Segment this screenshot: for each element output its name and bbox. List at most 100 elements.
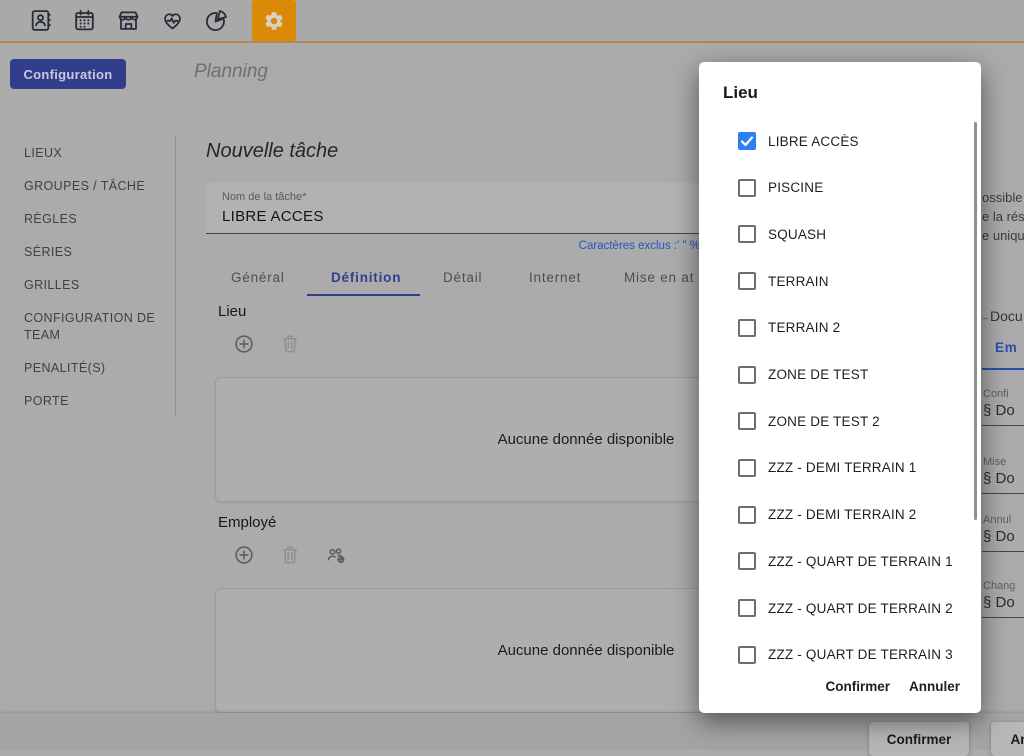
dialog-option-label: ZONE DE TEST 2 <box>768 414 880 429</box>
lieu-toolbar <box>233 333 301 355</box>
right-panel-field-underline <box>982 617 1024 618</box>
dialog-option-label: PISCINE <box>768 180 823 195</box>
right-panel-field-value: § Do <box>983 470 1015 487</box>
document-group-border <box>982 318 988 319</box>
dialog-option-zzz-quart-de-terrain-1[interactable]: ZZZ - QUART DE TERRAIN 1 <box>699 548 981 574</box>
calendar-icon[interactable] <box>72 8 97 33</box>
dialog-scrollbar[interactable] <box>974 122 977 520</box>
checkbox-unchecked-icon[interactable] <box>738 319 756 337</box>
store-icon[interactable] <box>116 8 141 33</box>
active-tab-underline <box>307 294 420 296</box>
checkbox-unchecked-icon[interactable] <box>738 179 756 197</box>
checkbox-unchecked-icon[interactable] <box>738 646 756 664</box>
right-panel-field-label: Confi <box>983 388 1009 400</box>
lieu-picker-dialog: Lieu LIBRE ACCÈS PISCINE SQUASH TERRAIN TERR… <box>699 62 981 713</box>
checkbox-unchecked-icon[interactable] <box>738 599 756 617</box>
checkbox-unchecked-icon[interactable] <box>738 552 756 570</box>
top-app-bar <box>0 0 1024 43</box>
dialog-option-label: ZZZ - DEMI TERRAIN 2 <box>768 507 917 522</box>
right-panel-text-fragment: ossible <box>982 190 1022 205</box>
tab-d-tail[interactable]: Détail <box>443 270 482 285</box>
dialog-cancel-button[interactable]: Annuler <box>903 678 966 695</box>
sidebar-item-grilles[interactable]: GRILLES <box>24 277 166 294</box>
dialog-option-label: ZZZ - DEMI TERRAIN 1 <box>768 460 917 475</box>
dialog-option-zone-de-test-2[interactable]: ZONE DE TEST 2 <box>699 408 981 434</box>
configuration-button[interactable]: Configuration <box>10 59 126 89</box>
dialog-option-label: TERRAIN <box>768 274 829 289</box>
topbar-icon-row <box>0 0 296 41</box>
form-title: Nouvelle tâche <box>206 140 338 163</box>
excluded-characters-hint: Caractères exclus :' " % <box>206 240 700 252</box>
lieu-section-label: Lieu <box>218 303 246 320</box>
settings-icon[interactable] <box>252 0 296 41</box>
document-tab-fragment[interactable]: Em <box>995 340 1018 355</box>
sidebar-item-penalit-s-[interactable]: PENALITÉ(S) <box>24 360 166 377</box>
dialog-option-libre-acc-s[interactable]: LIBRE ACCÈS <box>699 128 981 154</box>
checkbox-unchecked-icon[interactable] <box>738 506 756 524</box>
right-panel-field-value: § Do <box>983 402 1015 419</box>
dialog-option-label: SQUASH <box>768 227 826 242</box>
document-tab-underline <box>982 368 1024 370</box>
checkbox-unchecked-icon[interactable] <box>738 459 756 477</box>
tab-d-finition[interactable]: Définition <box>331 270 401 285</box>
right-panel-text-fragment: e uniqu <box>982 228 1024 243</box>
dialog-option-label: TERRAIN 2 <box>768 320 840 335</box>
dialog-option-zzz-quart-de-terrain-3[interactable]: ZZZ - QUART DE TERRAIN 3 <box>699 642 981 668</box>
dialog-confirm-button[interactable]: Confirmer <box>819 678 896 695</box>
right-panel-field-label: Annul <box>983 514 1011 526</box>
dialog-option-label: ZONE DE TEST <box>768 367 868 382</box>
sidebar-item-porte[interactable]: PORTE <box>24 393 166 410</box>
form-confirm-button[interactable]: Confirmer <box>869 722 969 756</box>
right-panel-text-fragment: e la rés <box>982 209 1024 224</box>
checkbox-unchecked-icon[interactable] <box>738 366 756 384</box>
dialog-title: Lieu <box>723 83 758 103</box>
dialog-option-zzz-demi-terrain-1[interactable]: ZZZ - DEMI TERRAIN 1 <box>699 455 981 481</box>
right-panel-field-underline <box>982 425 1024 426</box>
add-circle-icon[interactable] <box>233 544 255 566</box>
dialog-option-piscine[interactable]: PISCINE <box>699 175 981 201</box>
checkbox-checked-icon[interactable] <box>738 132 756 150</box>
right-panel-field-underline <box>982 551 1024 552</box>
dialog-option-zzz-quart-de-terrain-2[interactable]: ZZZ - QUART DE TERRAIN 2 <box>699 595 981 621</box>
settings-sidebar: LIEUX GROUPES / TÂCHE RÈGLES SÉRIES GRILLES C… <box>24 145 166 426</box>
contacts-icon[interactable] <box>28 8 53 33</box>
health-icon[interactable] <box>160 8 185 33</box>
dialog-option-zzz-demi-terrain-2[interactable]: ZZZ - DEMI TERRAIN 2 <box>699 502 981 528</box>
checkbox-unchecked-icon[interactable] <box>738 272 756 290</box>
add-circle-icon[interactable] <box>233 333 255 355</box>
checkbox-unchecked-icon[interactable] <box>738 412 756 430</box>
employe-empty-text: Aucune donnée disponible <box>498 642 675 659</box>
dialog-option-zone-de-test[interactable]: ZONE DE TEST <box>699 362 981 388</box>
sidebar-item-configuration-de-team[interactable]: CONFIGURATION DE TEAM <box>24 310 166 344</box>
dialog-option-squash[interactable]: SQUASH <box>699 221 981 247</box>
right-panel-field-value: § Do <box>983 528 1015 545</box>
tab-internet[interactable]: Internet <box>529 270 581 285</box>
employe-section-label: Employé <box>218 514 276 531</box>
group-add-icon[interactable] <box>325 544 347 566</box>
right-panel-field-underline <box>982 493 1024 494</box>
dialog-option-terrain[interactable]: TERRAIN <box>699 268 981 294</box>
right-panel-field-label: Chang <box>983 580 1015 592</box>
right-panel-clipped: Docu Em ossiblee la rése uniquConfi§ DoM… <box>982 0 1024 749</box>
tab-mise-en-at[interactable]: Mise en at <box>624 270 694 285</box>
dialog-option-label: LIBRE ACCÈS <box>768 134 859 149</box>
task-name-label: Nom de la tâche* <box>222 191 306 203</box>
lieu-empty-text: Aucune donnée disponible <box>498 431 675 448</box>
tab-g-n-ral[interactable]: Général <box>231 270 285 285</box>
dialog-option-label: ZZZ - QUART DE TERRAIN 2 <box>768 601 953 616</box>
document-group-legend: Docu <box>990 308 1023 324</box>
task-name-field[interactable]: Nom de la tâche* LIBRE ACCES <box>206 183 700 234</box>
dialog-option-label: ZZZ - QUART DE TERRAIN 1 <box>768 554 953 569</box>
dialog-option-label: ZZZ - QUART DE TERRAIN 3 <box>768 647 953 662</box>
checkbox-unchecked-icon[interactable] <box>738 225 756 243</box>
sidebar-divider <box>175 135 176 417</box>
trash-icon <box>279 544 301 566</box>
page-title: Planning <box>194 61 268 83</box>
sidebar-item-s-ries[interactable]: SÉRIES <box>24 244 166 261</box>
pie-chart-icon[interactable] <box>204 8 229 33</box>
dialog-option-terrain-2[interactable]: TERRAIN 2 <box>699 315 981 341</box>
sidebar-item-groupes-t-che[interactable]: GROUPES / TÂCHE <box>24 178 166 195</box>
sidebar-item-lieux[interactable]: LIEUX <box>24 145 166 162</box>
sidebar-item-r-gles[interactable]: RÈGLES <box>24 211 166 228</box>
right-panel-field-value: § Do <box>983 594 1015 611</box>
